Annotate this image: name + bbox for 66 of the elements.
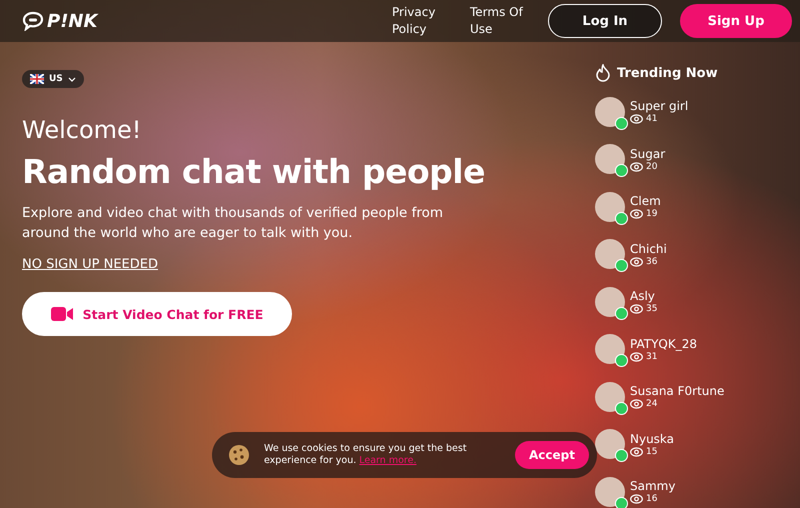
viewer-count: 35: [646, 304, 658, 314]
user-name: Super girl: [630, 99, 688, 114]
viewer-count: 31: [646, 352, 658, 362]
trending-user[interactable]: Sugar 20: [595, 136, 800, 183]
cookie-icon: [228, 444, 250, 466]
online-dot: [615, 449, 628, 462]
trending-user[interactable]: Sammy 16: [595, 468, 800, 508]
online-dot: [615, 164, 628, 178]
viewer-count: 19: [646, 209, 658, 220]
user-name: Asly: [630, 289, 656, 304]
user-name: Nyuska: [630, 432, 674, 446]
nav-link[interactable]: Privacy Policy: [392, 4, 448, 38]
signup-button[interactable]: Sign Up: [680, 4, 792, 38]
eye-icon: [630, 304, 643, 314]
trending-title: Trending Now: [617, 66, 718, 80]
trending-user[interactable]: PATYQK_28 31: [595, 326, 800, 373]
viewer-count: 16: [646, 494, 658, 504]
online-dot: [615, 116, 628, 130]
user-name: Chichi: [630, 242, 667, 256]
language-selector[interactable]: US: [22, 70, 84, 88]
eye-icon: [630, 162, 643, 172]
logo[interactable]: P!NK: [22, 10, 98, 32]
viewer-count: 20: [646, 162, 658, 172]
eye-icon: [630, 399, 643, 410]
flame-icon: [595, 64, 611, 82]
eye-icon: [630, 114, 643, 124]
user-name: Sammy: [630, 479, 676, 494]
accept-button[interactable]: Accept: [515, 441, 589, 469]
online-dot: [615, 306, 628, 320]
trending-user[interactable]: Clem 19: [595, 183, 800, 230]
video-camera-icon: [50, 307, 73, 321]
user-name: PATYQK_28: [630, 336, 697, 351]
eye-icon: [630, 494, 643, 504]
viewer-count: 15: [646, 446, 658, 457]
viewer-count: 41: [646, 114, 658, 124]
chat-bubble-icon: [22, 11, 44, 31]
user-name: Susana F0rtune: [630, 384, 724, 398]
eye-icon: [630, 446, 643, 457]
online-dot: [615, 496, 628, 508]
flag-icon: [30, 74, 44, 84]
online-dot: [615, 212, 628, 225]
description: Explore and video chat with thousands of verified people from around the world who are eager to talk with you.: [22, 204, 444, 243]
cookie-message: We use cookies to ensure you get the best experience for you. Learn more.: [264, 443, 468, 467]
trending-user[interactable]: Nyuska 15: [595, 420, 800, 468]
chevron-down-icon: [68, 76, 76, 82]
online-dot: [615, 402, 628, 415]
viewer-count: 24: [646, 399, 658, 410]
headline: Random chat with people: [22, 152, 486, 191]
trending-user[interactable]: Susana F0rtune 24: [595, 373, 800, 420]
nav-link[interactable]: Terms Of Use: [470, 4, 526, 38]
no-signup-link[interactable]: NO SIGN UP NEEDED: [22, 257, 158, 272]
trending-user[interactable]: Super girl 41: [595, 88, 800, 136]
welcome-heading: Welcome!: [22, 116, 142, 144]
online-dot: [615, 354, 628, 368]
trending-user[interactable]: Chichi 36: [595, 230, 800, 278]
trending-user[interactable]: Asly 35: [595, 278, 800, 326]
eye-icon: [630, 256, 643, 267]
user-name: Sugar: [630, 146, 666, 161]
online-dot: [615, 259, 628, 272]
eye-icon: [630, 209, 643, 220]
user-name: Clem: [630, 194, 661, 208]
viewer-count: 36: [646, 256, 658, 267]
start-video-chat-button[interactable]: Start Video Chat for FREE: [22, 292, 292, 336]
logo-text: P!NK: [47, 10, 98, 32]
eye-icon: [630, 352, 643, 362]
login-button[interactable]: Log In: [548, 4, 662, 38]
